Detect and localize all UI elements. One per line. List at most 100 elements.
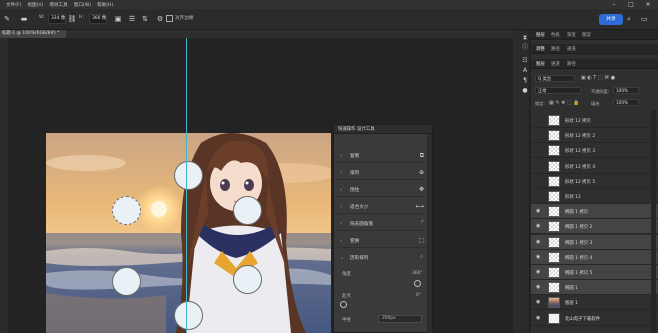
- quick-action-fit-size[interactable]: › 适合大小 ⟷: [336, 200, 428, 214]
- layer-name[interactable]: 椭圆 1 拷贝: [565, 209, 588, 215]
- layer-row[interactable]: ◉ 椭圆 1 拷贝 3: [531, 234, 658, 250]
- layer-row[interactable]: 形状 12 拷贝 5: [531, 174, 658, 189]
- layer-row[interactable]: ◉ 图层 1: [531, 295, 658, 311]
- pen-tool-icon[interactable]: ✎: [2, 14, 12, 24]
- layer-name[interactable]: 形状 12: [565, 194, 581, 200]
- layer-name[interactable]: 形状 12 拷贝 5: [565, 179, 595, 185]
- layer-name[interactable]: 北山电子下载软件: [565, 316, 600, 322]
- tab-paths[interactable]: 路径: [551, 46, 560, 52]
- ellipse-shape[interactable]: [233, 265, 262, 294]
- angle-value[interactable]: 360°: [412, 271, 423, 276]
- paragraph-icon[interactable]: ¶: [521, 77, 529, 85]
- lock-icons[interactable]: ▦ ✎ ✥ ⬚ 🔒: [549, 100, 579, 106]
- layer-row[interactable]: ◉ 椭圆 1 拷贝 4: [531, 249, 658, 265]
- quick-action-duplicate[interactable]: › 复制 ⧉: [336, 149, 428, 163]
- layer-row[interactable]: ◉ 椭圆 1: [531, 280, 658, 296]
- height-field[interactable]: 366 像: [89, 14, 107, 24]
- canvas-scrollbar[interactable]: [513, 30, 520, 333]
- eye-icon[interactable]: ◉: [536, 208, 540, 214]
- layer-name[interactable]: 形状 12 拷贝: [565, 118, 591, 124]
- layer-filter-select[interactable]: Q 类型: [535, 75, 575, 82]
- stroke-width-icon[interactable]: ▬: [14, 14, 34, 24]
- eye-icon[interactable]: ◉: [536, 299, 540, 305]
- layer-name[interactable]: 椭圆 1 拷贝 5: [565, 270, 592, 276]
- color-icon[interactable]: ●: [521, 87, 529, 95]
- ellipse-shape[interactable]: [174, 301, 203, 330]
- layer-name[interactable]: 椭圆 1 拷贝 2: [565, 224, 592, 230]
- share-button[interactable]: 共享: [599, 14, 623, 25]
- quick-action-surround[interactable]: › 围住 ✥: [336, 183, 428, 197]
- menu-help[interactable]: 帮助(H): [97, 2, 113, 8]
- tab-swatches[interactable]: 色板: [551, 32, 560, 38]
- radius-field[interactable]: 200px: [378, 315, 422, 323]
- ellipse-shape[interactable]: [174, 161, 203, 190]
- tab-layer-channels[interactable]: 通道: [551, 61, 560, 67]
- angle-dial[interactable]: [414, 280, 421, 287]
- start-dial[interactable]: [340, 301, 347, 308]
- menu-view[interactable]: 视图(V): [27, 2, 43, 8]
- tab-channels[interactable]: 通道: [567, 46, 576, 52]
- quick-action-transform[interactable]: › 变换 ⬚: [336, 234, 428, 248]
- eye-icon[interactable]: ◉: [536, 239, 540, 245]
- layer-name[interactable]: 椭圆 1 拷贝 4: [565, 255, 592, 261]
- tab-layers[interactable]: 图层: [536, 61, 545, 67]
- layer-row[interactable]: ◉ 椭圆 1 拷贝: [531, 204, 658, 220]
- eye-icon[interactable]: ◉: [536, 254, 540, 260]
- minimize-icon[interactable]: –: [606, 0, 622, 9]
- tab-layer-paths[interactable]: 路径: [567, 61, 576, 67]
- layer-name[interactable]: 形状 12 拷贝 4: [565, 164, 595, 170]
- properties-icon[interactable]: ☷: [521, 57, 529, 65]
- document-tab[interactable]: 标题-1 @ 100%(RGB/8#) *: [0, 30, 66, 38]
- search-icon[interactable]: ⌕: [627, 15, 631, 24]
- fill-field[interactable]: 100%: [613, 99, 639, 106]
- layer-name[interactable]: 图层 1: [565, 300, 578, 306]
- maximize-icon[interactable]: □: [623, 0, 639, 9]
- eye-icon[interactable]: ◉: [536, 315, 540, 321]
- layer-row[interactable]: 形状 12 拷贝 3: [531, 143, 658, 159]
- layer-name[interactable]: 椭圆 1 拷贝 3: [565, 240, 592, 246]
- tab-pattern[interactable]: 图案: [582, 32, 591, 38]
- layer-row[interactable]: ◉ 椭圆 1 拷贝 2: [531, 219, 658, 235]
- opacity-field[interactable]: 100%: [613, 87, 639, 94]
- close-icon[interactable]: ✕: [640, 0, 656, 9]
- width-field[interactable]: 334 像: [48, 14, 66, 24]
- link-icon[interactable]: ⛓: [67, 14, 77, 24]
- quick-action-remove-corners[interactable]: › 除去圆角落 ⌜: [336, 217, 428, 231]
- layer-name[interactable]: 形状 12 拷贝 3: [565, 148, 595, 154]
- path-operations-icon[interactable]: ▣: [113, 14, 123, 24]
- guide-line[interactable]: [186, 38, 187, 333]
- layer-row[interactable]: ◉ 椭圆 1 拷贝 5: [531, 265, 658, 280]
- ellipse-shape[interactable]: [233, 196, 262, 225]
- canvas-image[interactable]: [46, 133, 331, 333]
- tab-gradient[interactable]: 渐变: [567, 32, 576, 38]
- ellipse-shape[interactable]: [112, 267, 141, 296]
- info-icon[interactable]: ⓘ: [521, 44, 529, 52]
- history-icon[interactable]: ⧗: [521, 34, 529, 42]
- eye-icon[interactable]: ◉: [536, 223, 540, 229]
- tab-color[interactable]: 图层: [536, 32, 545, 38]
- quick-actions-scrollbar[interactable]: [427, 134, 432, 333]
- gear-icon[interactable]: ⚙: [155, 14, 165, 24]
- menu-window[interactable]: 窗口(W): [74, 2, 91, 8]
- menu-file[interactable]: 文件(F): [6, 2, 21, 8]
- layer-row[interactable]: 形状 12 拷贝 4: [531, 159, 658, 174]
- layers-scrollbar[interactable]: [651, 110, 656, 333]
- selected-ellipse-shape[interactable]: [112, 196, 141, 225]
- align-edges-checkbox[interactable]: [166, 15, 173, 22]
- path-alignment-icon[interactable]: ☰: [127, 14, 137, 24]
- layer-name[interactable]: 形状 12 拷贝 2: [565, 133, 595, 139]
- eye-icon[interactable]: ◉: [536, 284, 540, 290]
- character-icon[interactable]: A: [521, 67, 529, 75]
- tab-adjustments[interactable]: 调整: [536, 46, 545, 52]
- layer-row[interactable]: 形状 12: [531, 189, 658, 204]
- layer-name[interactable]: 椭圆 1: [565, 285, 578, 291]
- start-value[interactable]: 0°: [416, 293, 421, 298]
- menu-plugins[interactable]: 增效工具: [49, 2, 67, 8]
- eye-icon[interactable]: ◉: [536, 269, 540, 275]
- workspace-icon[interactable]: ▭: [641, 15, 648, 23]
- layer-row[interactable]: ◉ 北山电子下载软件: [531, 311, 658, 326]
- layer-row[interactable]: 形状 12 拷贝 2: [531, 128, 658, 144]
- path-arrangement-icon[interactable]: ⇅: [140, 14, 150, 24]
- quick-action-radial-arrange[interactable]: ⌄ 历形排列 ⁘: [336, 251, 428, 265]
- quick-action-arrange[interactable]: › 排列 ⊕: [336, 166, 428, 180]
